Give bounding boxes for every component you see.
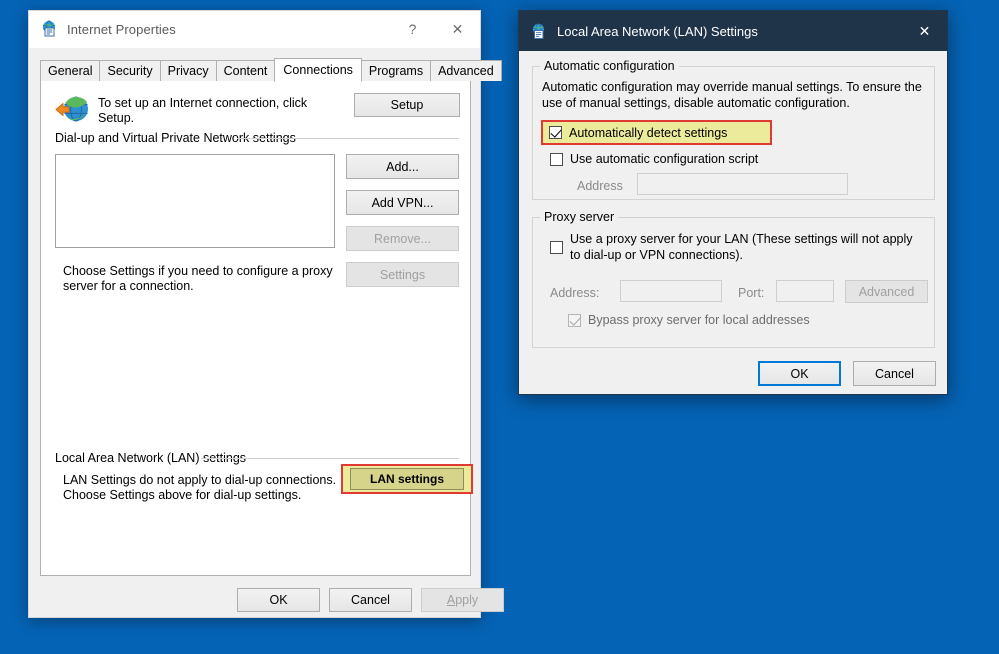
apply-button: Apply xyxy=(421,588,504,612)
tab-security[interactable]: Security xyxy=(99,60,161,81)
tab-general[interactable]: General xyxy=(40,60,101,81)
proxy-server-label: Proxy server xyxy=(540,210,619,224)
lan-ok-button[interactable]: OK xyxy=(758,361,841,386)
automatic-configuration-group: Automatic configuration Automatic config… xyxy=(532,59,935,200)
auto-detect-label: Automatically detect settings xyxy=(569,125,728,140)
use-script-row: Use automatic configuration script xyxy=(550,152,758,166)
internet-properties-titlebar: Internet Properties ? ✕ xyxy=(29,11,480,48)
lan-cancel-button[interactable]: Cancel xyxy=(853,361,936,386)
bypass-proxy-row: Bypass proxy server for local addresses xyxy=(568,313,810,327)
dialup-hint-text: Choose Settings if you need to configure… xyxy=(63,264,333,293)
lan-description: LAN Settings do not apply to dial-up con… xyxy=(63,473,337,502)
apply-accel: A xyxy=(446,593,456,607)
tab-connections[interactable]: Connections xyxy=(274,58,362,82)
lan-settings-icon xyxy=(530,23,547,40)
use-proxy-checkbox[interactable] xyxy=(550,241,563,254)
close-icon[interactable]: ✕ xyxy=(435,11,480,48)
add-button[interactable]: Add... xyxy=(346,154,459,179)
proxy-port-input xyxy=(776,280,834,302)
help-button[interactable]: ? xyxy=(390,11,435,48)
use-proxy-label: Use a proxy server for your LAN (These s… xyxy=(570,232,913,262)
use-script-label: Use automatic configuration script xyxy=(570,152,759,166)
internet-properties-window: Internet Properties ? ✕ General Security… xyxy=(28,10,504,618)
script-address-label: Address xyxy=(577,179,623,193)
lan-settings-titlebar: Local Area Network (LAN) Settings ✕ xyxy=(519,11,947,51)
window-title: Internet Properties xyxy=(67,21,176,37)
cancel-button[interactable]: Cancel xyxy=(329,588,412,612)
bypass-proxy-label: Bypass proxy server for local addresses xyxy=(588,313,810,327)
use-proxy-row: Use a proxy server for your LAN (These s… xyxy=(550,231,922,263)
dialup-settings-button: Settings xyxy=(346,262,459,287)
lan-window-title: Local Area Network (LAN) Settings xyxy=(557,23,758,39)
use-script-checkbox[interactable] xyxy=(550,152,563,166)
lan-settings-dialog: Local Area Network (LAN) Settings ✕ Auto… xyxy=(518,10,948,395)
lan-settings-button[interactable]: LAN settings xyxy=(350,468,464,490)
automatic-configuration-description: Automatic configuration may override man… xyxy=(542,80,922,110)
proxy-server-group: Proxy server Use a proxy server for your… xyxy=(532,210,935,348)
apply-rest: pply xyxy=(455,593,479,607)
setup-description: To set up an Internet connection, click … xyxy=(98,96,308,125)
bypass-proxy-checkbox xyxy=(568,313,581,327)
connections-tab-page: To set up an Internet connection, click … xyxy=(40,81,473,576)
auto-detect-checkbox[interactable] xyxy=(549,126,562,139)
lan-settings-highlight: LAN settings xyxy=(341,464,473,494)
close-icon[interactable]: ✕ xyxy=(902,11,947,51)
remove-button: Remove... xyxy=(346,226,459,251)
proxy-address-label: Address: xyxy=(550,286,600,300)
tab-content[interactable]: Content xyxy=(215,60,276,81)
ok-button[interactable]: OK xyxy=(237,588,320,612)
auto-detect-highlight: Automatically detect settings xyxy=(541,120,772,145)
tab-privacy[interactable]: Privacy xyxy=(159,60,217,81)
proxy-port-label: Port: xyxy=(738,286,765,300)
lan-group-rule xyxy=(201,458,459,459)
add-vpn-button[interactable]: Add VPN... xyxy=(346,190,459,215)
tab-programs[interactable]: Programs xyxy=(360,60,432,81)
internet-properties-footer: OK Cancel Apply xyxy=(29,577,504,617)
globe-with-arrow-icon xyxy=(55,95,90,125)
tabstrip: General Security Privacy Content Connect… xyxy=(40,58,502,82)
automatic-configuration-label: Automatic configuration xyxy=(540,59,679,73)
dialup-connections-listbox[interactable] xyxy=(55,154,335,248)
advanced-button: Advanced xyxy=(845,280,928,303)
tab-advanced[interactable]: Advanced xyxy=(430,60,502,81)
dialup-group-rule xyxy=(237,138,459,139)
proxy-address-input xyxy=(620,280,722,302)
script-address-input xyxy=(637,173,848,195)
internet-properties-icon xyxy=(40,20,58,38)
lan-settings-body: Automatic configuration Automatic config… xyxy=(519,51,947,394)
setup-button[interactable]: Setup xyxy=(354,93,460,117)
